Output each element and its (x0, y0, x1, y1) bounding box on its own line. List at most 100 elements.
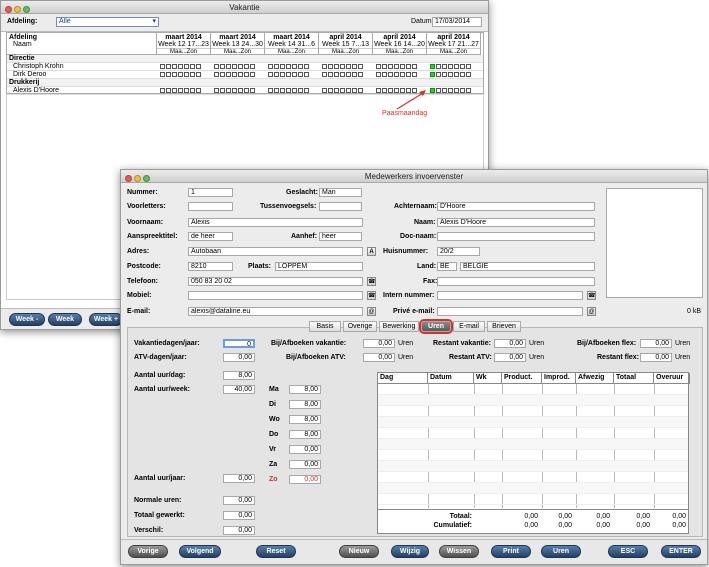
day-cell[interactable] (334, 63, 339, 69)
day-cell[interactable] (388, 63, 393, 69)
day-cell[interactable] (178, 71, 183, 77)
day-cell[interactable] (358, 71, 363, 77)
day-cell[interactable] (196, 87, 201, 93)
day-cell[interactable] (220, 71, 225, 77)
plaats-field[interactable]: LOPPEM (275, 262, 363, 271)
day-cell[interactable] (442, 87, 447, 93)
day-cell[interactable] (274, 63, 279, 69)
day-hours-field[interactable]: 0,00 (289, 475, 321, 484)
day-cell[interactable] (280, 87, 285, 93)
day-cell[interactable] (178, 87, 183, 93)
day-cell[interactable] (448, 71, 453, 77)
land-code-field[interactable]: BE (437, 262, 457, 271)
day-cell[interactable] (436, 71, 441, 77)
day-cell[interactable] (412, 71, 417, 77)
button-vorige[interactable]: Vorige (128, 545, 168, 558)
day-cell[interactable] (214, 63, 219, 69)
day-cell[interactable] (352, 87, 357, 93)
day-cell[interactable] (340, 71, 345, 77)
day-cell[interactable] (238, 87, 243, 93)
col-header[interactable]: Wk (474, 373, 502, 384)
day-cell[interactable] (454, 63, 459, 69)
day-hours-field[interactable]: 8,00 (289, 400, 321, 409)
minimize-icon[interactable] (134, 175, 141, 182)
verschil-field[interactable]: 0,00 (223, 526, 255, 535)
achternaam-field[interactable]: D'Hoore (437, 202, 595, 211)
day-cell[interactable] (466, 87, 471, 93)
table-row[interactable] (378, 450, 688, 461)
day-hours-field[interactable]: 8,00 (289, 415, 321, 424)
table-row[interactable] (378, 417, 688, 428)
day-cell[interactable] (244, 63, 249, 69)
table-row[interactable] (378, 483, 688, 494)
day-cell[interactable] (442, 63, 447, 69)
day-cell[interactable] (400, 63, 405, 69)
hours-table[interactable]: Dag Datum Wk Product. Improd. Afwezig Totaal Ov… (377, 372, 690, 534)
day-cell[interactable] (382, 63, 387, 69)
table-row[interactable] (378, 428, 688, 439)
bij-flex-field[interactable]: 0,00 (640, 339, 672, 348)
day-cell[interactable] (466, 63, 471, 69)
day-cell[interactable] (226, 87, 231, 93)
day-cell[interactable] (160, 63, 165, 69)
day-cell[interactable] (376, 71, 381, 77)
week-plus-button[interactable]: Week + (89, 313, 123, 326)
day-cell[interactable] (190, 63, 195, 69)
day-cell[interactable] (184, 87, 189, 93)
day-cell[interactable] (346, 87, 351, 93)
col-header[interactable]: Datum (428, 373, 474, 384)
day-cell[interactable] (328, 71, 333, 77)
day-cell[interactable] (430, 63, 435, 69)
day-hours-field[interactable]: 0,00 (289, 445, 321, 454)
uur-jaar-field[interactable]: 0,00 (223, 474, 255, 483)
day-cell[interactable] (166, 63, 171, 69)
phone-icon[interactable]: ☎ (587, 291, 596, 300)
minimize-icon[interactable] (14, 6, 21, 13)
day-cell[interactable] (184, 71, 189, 77)
day-cell[interactable] (382, 71, 387, 77)
restant-atv-field[interactable]: 0,00 (494, 353, 526, 362)
day-cell[interactable] (394, 63, 399, 69)
day-cell[interactable] (292, 87, 297, 93)
day-cell[interactable] (376, 63, 381, 69)
day-cell[interactable] (322, 87, 327, 93)
day-cell[interactable] (298, 71, 303, 77)
afdeling-select[interactable]: Alle ▾ (56, 17, 159, 27)
day-cell[interactable] (274, 87, 279, 93)
adres-field[interactable]: Autobaan (188, 247, 363, 256)
day-cell[interactable] (448, 63, 453, 69)
day-cell[interactable] (172, 63, 177, 69)
day-cell[interactable] (412, 63, 417, 69)
prive-email-field[interactable] (437, 307, 583, 316)
day-cell[interactable] (340, 63, 345, 69)
zoom-icon[interactable] (143, 175, 150, 182)
day-cell[interactable] (292, 71, 297, 77)
day-cell[interactable] (436, 87, 441, 93)
address-lookup-icon[interactable]: A (367, 247, 376, 256)
day-cell[interactable] (334, 87, 339, 93)
datum-input[interactable]: 17/03/2014 (432, 17, 482, 27)
day-cell[interactable] (268, 87, 273, 93)
grid-row[interactable]: Drukkerij (7, 79, 483, 87)
grid-row[interactable]: Directie (7, 55, 483, 63)
day-cell[interactable] (160, 87, 165, 93)
button-wijzig[interactable]: Wijzig (391, 545, 429, 558)
mobiel-field[interactable] (188, 291, 363, 300)
email-field[interactable]: alexis@dataline.eu (188, 307, 363, 316)
day-cell[interactable] (376, 87, 381, 93)
email-icon[interactable]: @ (367, 307, 376, 316)
grid-row[interactable]: Dirk Deroo (7, 71, 483, 79)
day-cell[interactable] (298, 87, 303, 93)
day-hours-field[interactable]: 0,00 (289, 460, 321, 469)
day-hours-field[interactable]: 8,00 (289, 430, 321, 439)
button-reset[interactable]: Reset (256, 545, 296, 558)
tab-email[interactable]: E-mail (453, 321, 485, 332)
day-cell[interactable] (304, 71, 309, 77)
button-esc[interactable]: ESC (608, 545, 648, 558)
table-row[interactable] (378, 439, 688, 450)
day-cell[interactable] (406, 71, 411, 77)
nummer-field[interactable]: 1 (188, 188, 233, 197)
day-cell[interactable] (400, 71, 405, 77)
tab-uren[interactable]: Uren (421, 321, 451, 332)
day-cell[interactable] (244, 71, 249, 77)
